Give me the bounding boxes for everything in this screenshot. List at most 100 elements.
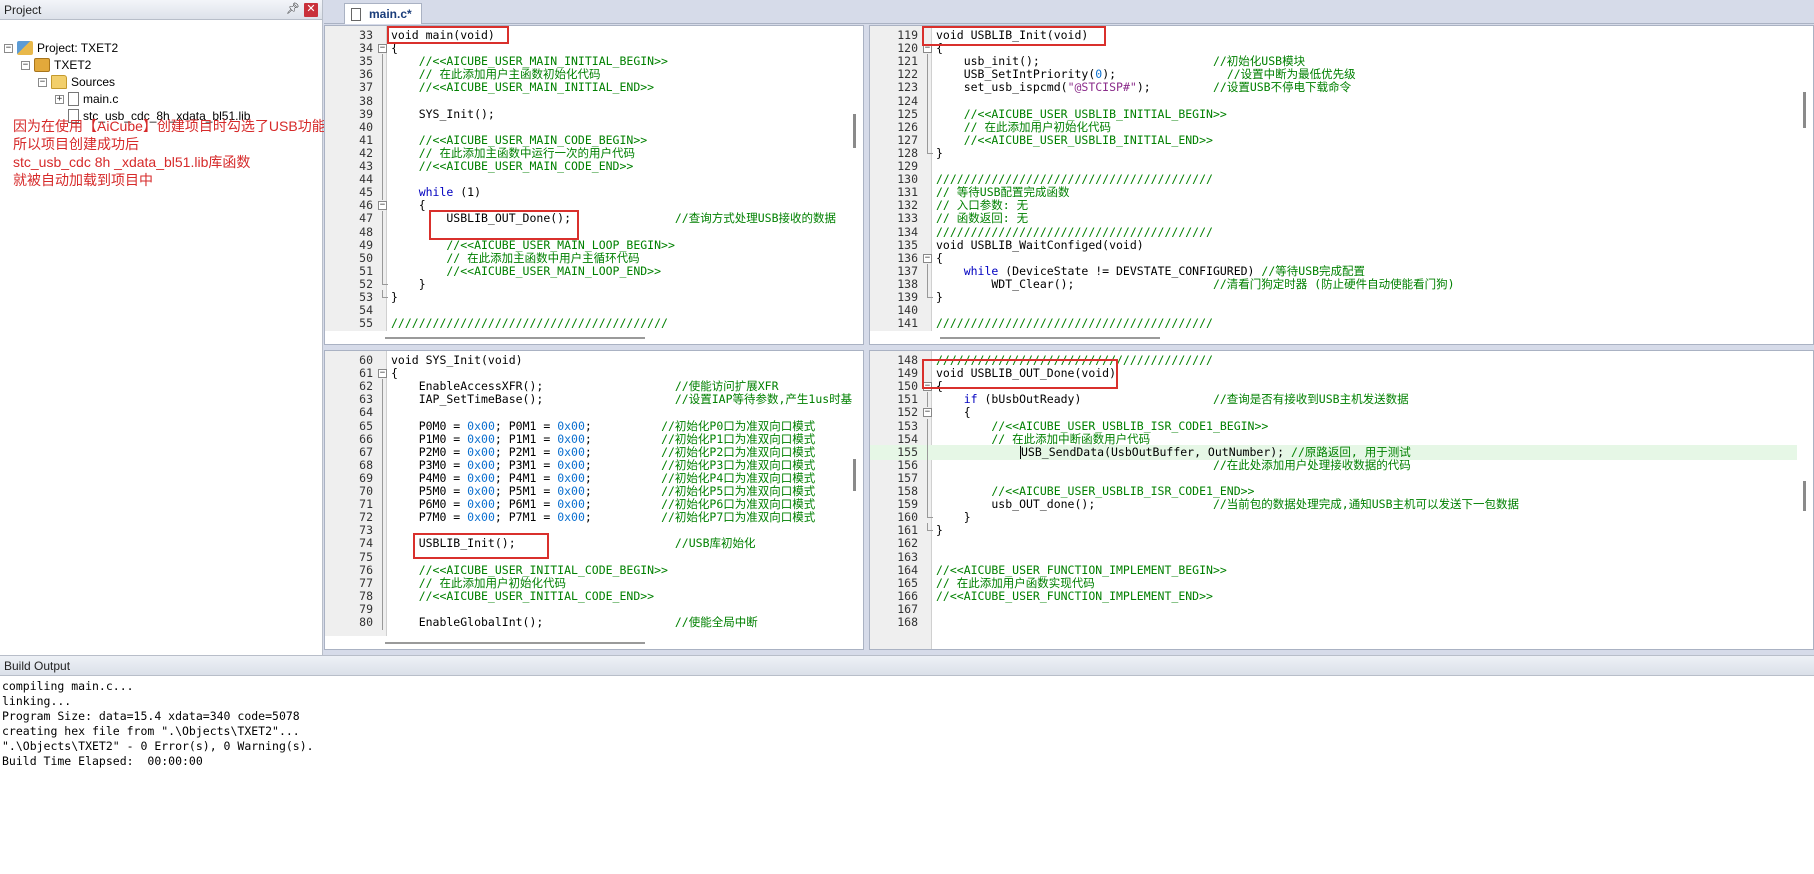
code-text: void USBLIB_OUT_Done(void)	[936, 366, 1117, 381]
code-text: ; P2M1 =	[494, 444, 558, 459]
line-number: 141	[897, 316, 918, 331]
code-comment: //<<AICUBE_USER_INITIAL_CODE_END>>	[391, 588, 655, 603]
code-comment: //<<AICUBE_USER_MAIN_CODE_BEGIN>>	[391, 132, 648, 147]
code-text: ; P5M1 =	[494, 484, 558, 498]
code-number: 0x00	[557, 484, 585, 498]
editor-area: main.c* 33 void main(void) 34−{35 //<<AICU…	[324, 0, 1814, 752]
code-text: {	[391, 41, 398, 56]
code-text: {	[936, 250, 943, 265]
code-number: 0x00	[557, 497, 585, 512]
code-comment: //查询方式处理USB接收的数据	[674, 211, 836, 226]
build-output-line: ".\Objects\TXET2" - 0 Error(s), 0 Warnin…	[2, 739, 314, 753]
tree-item[interactable]: − Project: TXET2	[4, 39, 118, 57]
tree-toggle[interactable]: +	[55, 94, 64, 104]
code-text: void SYS_Init(void)	[391, 353, 523, 367]
code-text: }	[936, 145, 943, 160]
editor-pane-bottom-left[interactable]: 60 void SYS_Init(void) 61−{62 EnableAccess…	[324, 350, 864, 650]
code-comment: // 在此添加用户函数实现代码	[936, 575, 1095, 590]
code-text-line[interactable]: EnableGlobalInt(); //使能全局中断	[391, 615, 758, 630]
file-icon	[351, 7, 361, 21]
vertical-scrollbar[interactable]	[1797, 26, 1813, 344]
code-comment: // 在此添加用户初始化代码	[391, 575, 566, 590]
code-comment: //初始化P2口为准双向口模式	[661, 444, 816, 459]
project-panel-header: Project 📌︎ ✕	[0, 0, 322, 20]
code-comment: //设置中断为最低优先级	[1226, 67, 1356, 82]
code-text: (bUsbOutReady)	[977, 392, 1213, 407]
code-text: P0M0 =	[391, 418, 468, 433]
ide-window: Project 📌︎ ✕ − Project: TXET2− TXET2− Sourc…	[0, 0, 1814, 874]
code-comment: //<<AICUBE_USER_FUNCTION_IMPLEMENT_BEGIN…	[936, 562, 1227, 577]
code-comment: // 等待USB配置完成函数	[936, 185, 1070, 200]
code-comment: //设置IAP等待参数,产生1us时基	[674, 392, 853, 407]
code-text: P6M0 =	[391, 497, 468, 512]
code-comment: //初始化P7口为准双向口模式	[661, 510, 816, 525]
code-text: (DeviceState != DEVSTATE_CONFIGURED)	[998, 263, 1262, 278]
code-keyword: while	[936, 263, 999, 278]
tab-main-c[interactable]: main.c*	[344, 3, 422, 24]
tree-item[interactable]: − TXET2	[21, 56, 91, 74]
code-comment: //<<AICUBE_USER_MAIN_INITIAL_END>>	[391, 80, 655, 95]
vertical-scrollbar[interactable]	[847, 26, 863, 344]
code-text: void USBLIB_WaitConfiged(void)	[936, 237, 1144, 252]
code-number: 0x00	[467, 497, 495, 512]
code-comment: //初始化P0口为准双向口模式	[661, 418, 816, 433]
build-output-line: compiling main.c...	[2, 679, 134, 693]
vertical-scrollbar[interactable]	[1797, 351, 1813, 649]
code-line: 141 /////////////////////////////////////…	[870, 316, 1797, 331]
code-comment: //初始化P5口为准双向口模式	[661, 484, 816, 498]
annotation-line: 就被自动加载到项目中	[13, 172, 153, 188]
editor-pane-bottom-right[interactable]: 148/////////////////////////////////////…	[869, 350, 1814, 650]
code-keyword: if	[936, 392, 978, 407]
tree-item-label: Sources	[71, 75, 116, 89]
code-line: 168	[870, 615, 1797, 630]
build-output-panel: Build Output compiling main.c... linking.…	[0, 655, 1814, 874]
code-number: 0x00	[557, 431, 585, 446]
project-icon	[17, 41, 33, 55]
code-comment: //在此处添加用户处理接收数据的代码	[1212, 457, 1411, 472]
code-comment: //<<AICUBE_USER_USBLIB_ISR_CODE1_BEGIN>>	[936, 418, 1269, 433]
tree-toggle[interactable]: −	[21, 60, 30, 70]
code-comment: //<<AICUBE_USER_USBLIB_ISR_CODE1_END>>	[936, 484, 1255, 498]
tree-item-label: main.c	[83, 92, 119, 106]
tree-item[interactable]: + main.c	[55, 90, 118, 108]
tree-toggle[interactable]: −	[38, 77, 47, 87]
file-icon	[68, 92, 79, 106]
code-text: ;	[584, 470, 662, 485]
code-text: ;	[584, 497, 662, 512]
code-text-line[interactable]: ////////////////////////////////////////	[936, 316, 1213, 331]
code-text: void main(void)	[391, 28, 495, 42]
code-comment: //<<AICUBE_USER_MAIN_CODE_END>>	[391, 159, 634, 173]
annotation-line: 因为在使用【AiCube】创建项目时勾选了USB功能	[13, 118, 326, 134]
code-text: (1)	[453, 185, 482, 200]
pin-icon[interactable]: 📌︎	[286, 3, 300, 17]
code-number: 0x00	[557, 457, 585, 472]
editor-tabbar: main.c*	[324, 0, 1814, 24]
horizontal-scrollbar[interactable]	[870, 331, 1797, 344]
code-text: }	[391, 276, 426, 291]
code-comment: ////////////////////////////////////////	[936, 172, 1213, 187]
code-text: {	[391, 198, 426, 213]
line-number: 168	[897, 615, 918, 629]
code-text: ; P1M1 =	[494, 431, 558, 446]
code-text-line[interactable]: ////////////////////////////////////////	[391, 316, 668, 331]
close-icon[interactable]: ✕	[304, 2, 318, 17]
code-text: USB_SetIntPriority(	[936, 67, 1096, 82]
code-number: 0x00	[467, 484, 495, 498]
code-text: P1M0 =	[391, 431, 468, 446]
tree-item[interactable]: − Sources	[38, 73, 115, 91]
code-comment: //等待USB完成配置	[1261, 263, 1366, 278]
code-text: USBLIB_Init();	[391, 536, 675, 551]
code-comment: // 在此添加中断函数用户代码	[936, 431, 1151, 446]
editor-pane-top-left[interactable]: 33 void main(void) 34−{35 //<<AICUBE_USER_…	[324, 25, 864, 345]
code-text: USB_SendData(UsbOutBuffer, OutNumber);	[1021, 444, 1292, 459]
editor-pane-top-right[interactable]: 119 void USBLIB_Init(void) 120−{121 usb_in…	[869, 25, 1814, 345]
code-text: );	[1102, 67, 1227, 82]
horizontal-scrollbar[interactable]	[325, 636, 847, 649]
horizontal-scrollbar[interactable]	[325, 331, 847, 344]
code-number: 0x00	[467, 444, 495, 459]
code-text: void USBLIB_Init(void)	[936, 28, 1089, 42]
line-number: 80	[359, 615, 373, 629]
tree-toggle[interactable]: −	[4, 43, 13, 53]
tree-item-label: Project: TXET2	[37, 41, 119, 55]
